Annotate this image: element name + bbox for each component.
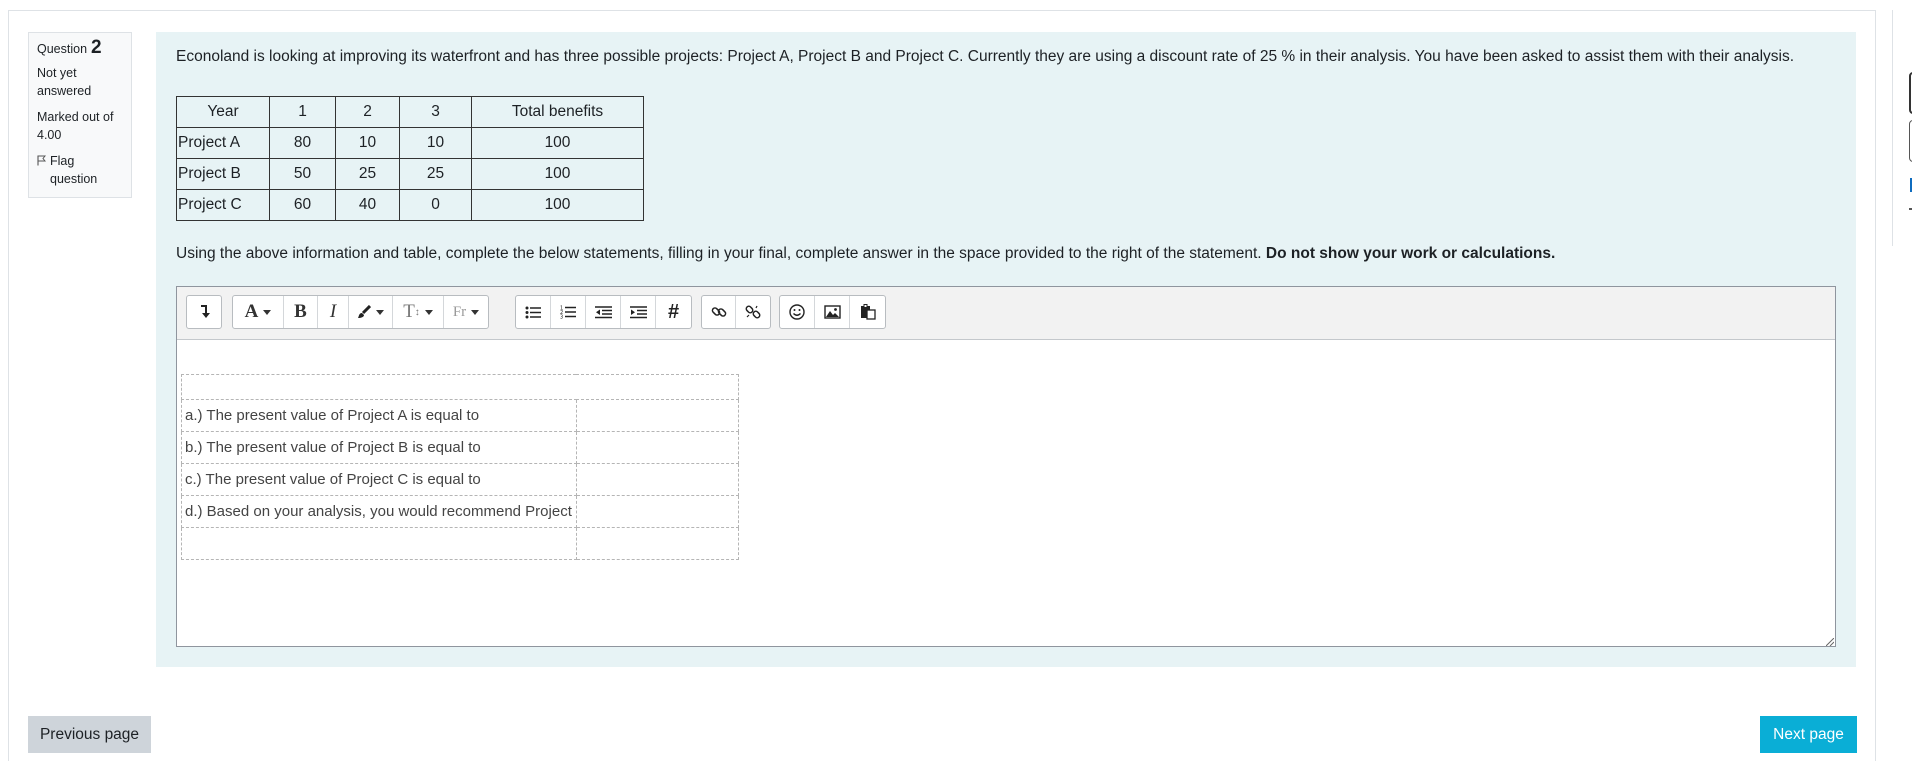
table-cell: Project A [176,127,270,159]
emoji-icon[interactable] [780,296,815,328]
statement-c: c.) The present value of Project C is eq… [181,463,577,496]
table-header: 1 [269,96,336,128]
instructions: Using the above information and table, c… [176,243,1555,265]
table-cell: 50 [269,158,336,190]
toolbar-group-links [701,295,771,329]
table-row [181,527,739,560]
table-cell: 100 [471,189,644,221]
paste-icon[interactable] [850,296,885,328]
image-icon[interactable] [815,296,850,328]
outdent-icon[interactable] [586,296,621,328]
table-cell[interactable] [575,527,739,560]
table-row: Project A 80 10 10 100 [176,127,644,159]
table-header: 2 [335,96,400,128]
unlink-icon[interactable] [736,296,770,328]
question-number-value: 2 [91,37,102,58]
font-family-icon[interactable]: Fr [444,296,488,328]
table-header: Total benefits [471,96,644,128]
answer-editor: A B I T ↕ Fr 123 # a.) The present value… [176,286,1836,647]
statement-d: d.) Based on your analysis, you would re… [181,495,577,528]
font-size-icon[interactable]: T ↕ [393,296,444,328]
table-cell: 25 [399,158,472,190]
table-cell[interactable] [181,527,577,560]
statement-a: a.) The present value of Project A is eq… [181,399,577,432]
editor-toolbar: A B I T ↕ Fr 123 # [177,287,1835,340]
table-row [181,374,739,400]
collapse-icon[interactable] [187,296,221,328]
answer-cell-b[interactable] [575,431,739,464]
benefits-table: Year 1 2 3 Total benefits Project A 80 1… [176,96,644,221]
table-cell[interactable] [181,374,739,400]
table-cell: 80 [269,127,336,159]
table-header: Year [176,96,270,128]
flag-icon [37,155,46,166]
table-cell: 25 [335,158,400,190]
table-row: a.) The present value of Project A is eq… [181,399,739,432]
table-header: 3 [399,96,472,128]
instructions-bold: Do not show your work or calculations. [1265,245,1556,262]
table-row: Project C 60 40 0 100 [176,189,644,221]
flag-question-label: Flag question [50,154,98,186]
question-number: Question 2 [37,37,123,58]
question-marks: Marked out of 4.00 [37,110,114,142]
indent-icon[interactable] [621,296,656,328]
instructions-text: Using the above information and table, c… [176,245,1266,262]
link-icon[interactable] [702,296,736,328]
table-row: b.) The present value of Project B is eq… [181,431,739,464]
table-row: Project B 50 25 25 100 [176,158,644,190]
svg-text:3: 3 [560,315,563,320]
table-cell: Project C [176,189,270,221]
table-cell: Project B [176,158,270,190]
answer-cell-d[interactable] [575,495,739,528]
italic-icon[interactable]: I [318,296,349,328]
table-cell: 0 [399,189,472,221]
editor-content-area[interactable]: a.) The present value of Project A is eq… [177,340,1835,647]
quiz-navigation-panel [1892,10,1912,246]
text-style-icon[interactable]: A [233,296,284,328]
unordered-list-icon[interactable] [516,296,551,328]
bold-icon[interactable]: B [284,296,318,328]
table-cell: 100 [471,158,644,190]
answer-cell-c[interactable] [575,463,739,496]
table-header-row: Year 1 2 3 Total benefits [176,96,644,128]
question-state: Not yet answered [37,66,92,98]
table-cell: 10 [335,127,400,159]
font-color-icon[interactable] [349,296,393,328]
table-row: d.) Based on your analysis, you would re… [181,495,739,528]
question-text: Econoland is looking at improving its wa… [176,48,1795,65]
table-cell: 100 [471,127,644,159]
answer-cell-a[interactable] [575,399,739,432]
equation-icon[interactable]: # [656,296,691,328]
question-content: Econoland is looking at improving its wa… [156,32,1856,667]
resize-handle[interactable] [1826,638,1834,646]
toolbar-group-collapse [186,295,222,329]
question-label: Question [37,42,88,56]
previous-page-button[interactable]: Previous page [28,716,151,753]
table-cell: 10 [399,127,472,159]
answer-table: a.) The present value of Project A is eq… [181,374,739,560]
table-cell: 40 [335,189,400,221]
flag-question-button[interactable]: Flag question [37,152,123,188]
toolbar-group-insert [779,295,886,329]
table-row: c.) The present value of Project C is eq… [181,463,739,496]
toolbar-group-style: A B I T ↕ Fr [232,295,489,329]
statement-b: b.) The present value of Project B is eq… [181,431,577,464]
question-info: Question 2 Not yet answered Marked out o… [28,32,132,198]
ordered-list-icon[interactable]: 123 [551,296,586,328]
next-page-button[interactable]: Next page [1760,716,1857,753]
table-cell: 60 [269,189,336,221]
toolbar-group-lists: 123 # [515,295,692,329]
